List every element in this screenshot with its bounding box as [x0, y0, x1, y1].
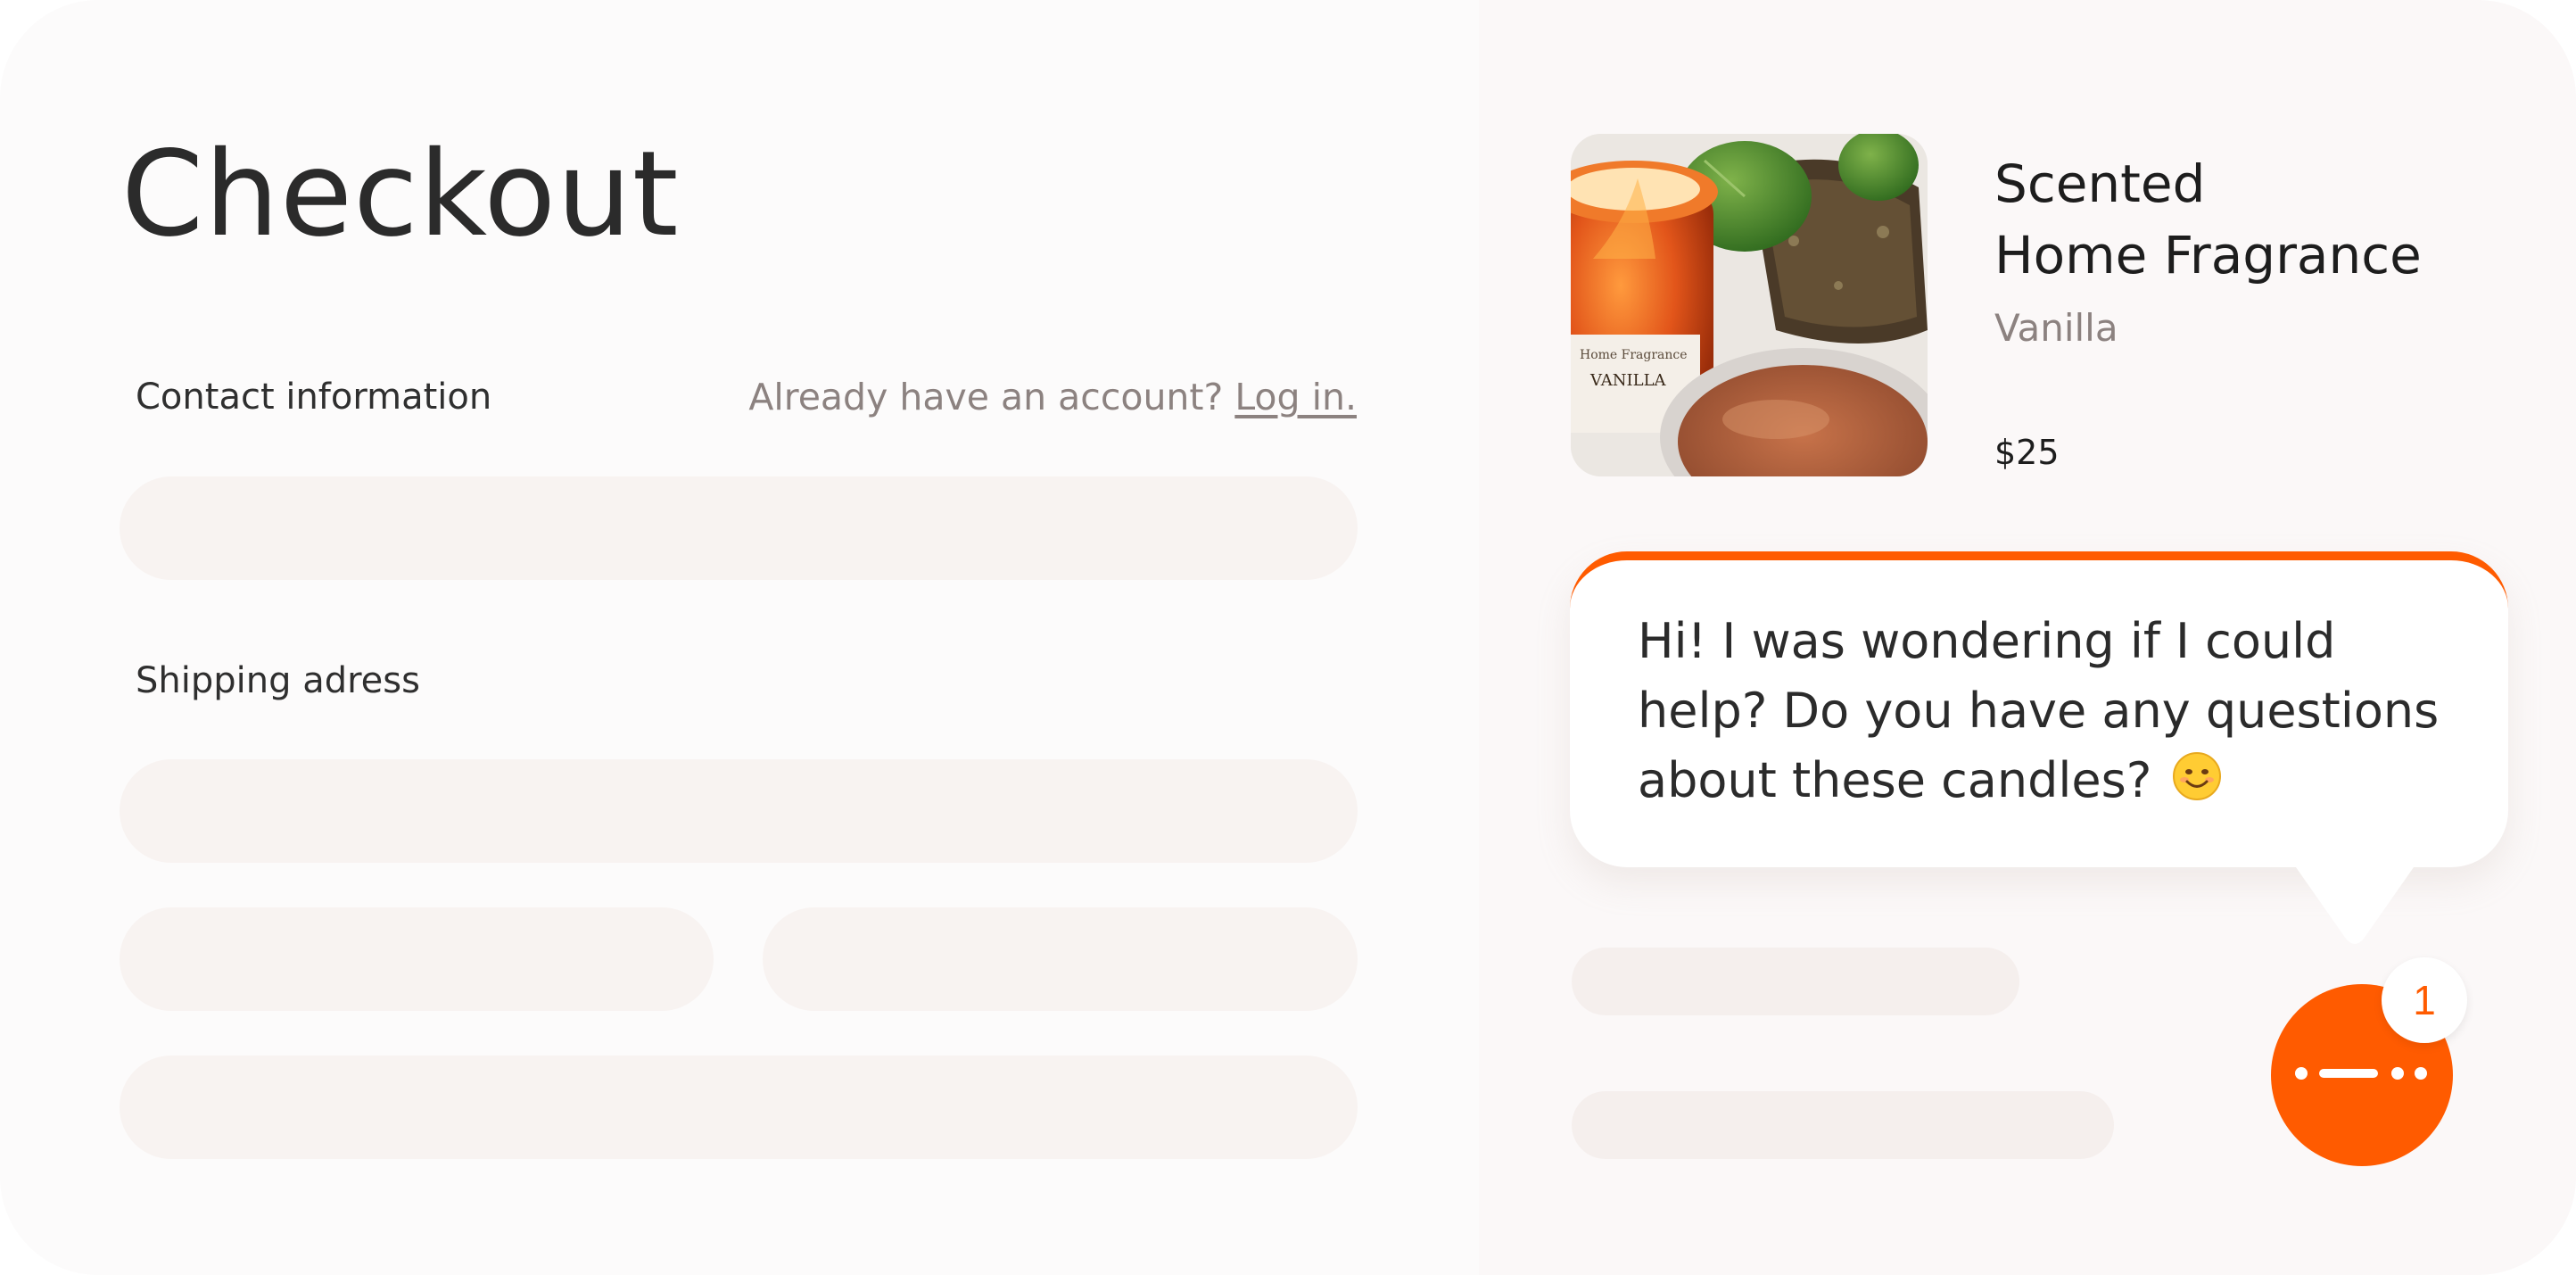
contact-information-label: Contact information: [136, 377, 492, 418]
chat-bubble-tail: [2283, 849, 2426, 944]
checkout-page: Checkout Contact information Already hav…: [0, 0, 2576, 1275]
chat-message-text: Hi! I was wondering if I could help? Do …: [1638, 613, 2440, 808]
postal-code-field[interactable]: [763, 907, 1358, 1011]
placeholder-bar: [1572, 1091, 2114, 1159]
account-prompt-text: Already have an account?: [748, 376, 1224, 418]
candle-product-image: Home Fragrance VANILLA: [1571, 134, 1928, 476]
chat-message: Hi! I was wondering if I could help? Do …: [1638, 607, 2476, 816]
product-name: Scented Home Fragrance: [1994, 153, 2422, 286]
smiling-face-icon: [2172, 752, 2221, 800]
country-field[interactable]: [120, 1056, 1358, 1159]
svg-text:Home Fragrance: Home Fragrance: [1580, 348, 1688, 362]
shipping-address-label: Shipping adress: [136, 660, 420, 701]
svg-text:VANILLA: VANILLA: [1589, 371, 1667, 390]
candle-photo-icon: Home Fragrance VANILLA: [1571, 134, 1928, 476]
account-prompt: Already have an account? Log in.: [748, 375, 1357, 419]
city-field[interactable]: [120, 907, 714, 1011]
product-price: $25: [1994, 433, 2060, 472]
product-variant: Vanilla: [1994, 306, 2118, 350]
login-link[interactable]: Log in.: [1234, 376, 1357, 418]
chat-dots-icon: [2295, 1067, 2427, 1080]
page-title: Checkout: [121, 126, 680, 263]
placeholder-bar: [1572, 948, 2019, 1015]
address-field[interactable]: [120, 759, 1358, 863]
contact-field[interactable]: [120, 476, 1358, 580]
unread-count-badge: 1: [2382, 957, 2467, 1043]
